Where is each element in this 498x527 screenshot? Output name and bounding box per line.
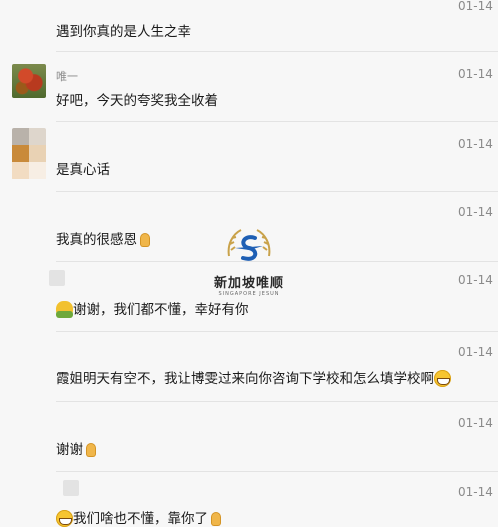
timestamp: 01-14: [458, 137, 493, 151]
message-text-content: 我真的很感恩: [56, 232, 137, 248]
message-text: 我们啥也不懂，靠你了: [56, 507, 224, 527]
list-item[interactable]: 01-14 我们啥也不懂，靠你了: [0, 472, 498, 527]
message-text: 谢谢: [56, 438, 99, 458]
timestamp: 01-14: [458, 416, 493, 430]
message-text: 我真的很感恩: [56, 228, 153, 248]
avatar[interactable]: [12, 64, 46, 98]
timestamp: 01-14: [458, 273, 493, 287]
list-item[interactable]: 01-14 霞姐明天有空不，我让博雯过来向你咨询下学校和怎么填学校啊: [0, 332, 498, 402]
timestamp: 01-14: [458, 345, 493, 359]
list-item[interactable]: 01-14 是真心话: [0, 122, 498, 192]
message-text: 遇到你真的是人生之幸: [56, 24, 191, 40]
sender-name: 唯一: [56, 70, 78, 83]
avatar[interactable]: [12, 128, 46, 180]
message-text: 霞姐明天有空不，我让博雯过来向你咨询下学校和怎么填学校啊: [56, 367, 451, 387]
hug-emoji: [56, 301, 73, 318]
watermark-subtitle: SINGAPORE JESUN: [218, 291, 280, 297]
message-text-content: 我们啥也不懂，靠你了: [73, 511, 208, 527]
list-item[interactable]: 01-14 遇到你真的是人生之幸: [0, 0, 498, 52]
message-text-content: 谢谢，我们都不懂，幸好有你: [73, 302, 249, 318]
s-wings-logo-icon: [227, 229, 271, 261]
message-text: 好吧，今天的夸奖我全收着: [56, 93, 218, 109]
pray-emoji: [208, 511, 224, 527]
message-text: 谢谢，我们都不懂，幸好有你: [56, 298, 249, 318]
message-text: 是真心话: [56, 162, 110, 178]
watermark-logo: 新加坡唯顺 SINGAPORE JESUN: [204, 226, 294, 297]
pray-emoji: [83, 442, 99, 458]
avatar[interactable]: [49, 270, 65, 286]
grin-emoji: [56, 510, 73, 527]
list-item[interactable]: 01-14 谢谢: [0, 402, 498, 472]
avatar[interactable]: [63, 480, 79, 496]
watermark-title: 新加坡唯顺: [213, 276, 284, 291]
grin-emoji: [434, 370, 451, 387]
timestamp: 01-14: [458, 205, 493, 219]
message-text-content: 谢谢: [56, 442, 83, 458]
pray-emoji: [137, 232, 153, 248]
message-text-content: 霞姐明天有空不，我让博雯过来向你咨询下学校和怎么填学校啊: [56, 371, 434, 387]
timestamp: 01-14: [458, 0, 493, 13]
list-item[interactable]: 唯一 01-14 好吧，今天的夸奖我全收着: [0, 52, 498, 122]
timestamp: 01-14: [458, 67, 493, 81]
timestamp: 01-14: [458, 485, 493, 499]
